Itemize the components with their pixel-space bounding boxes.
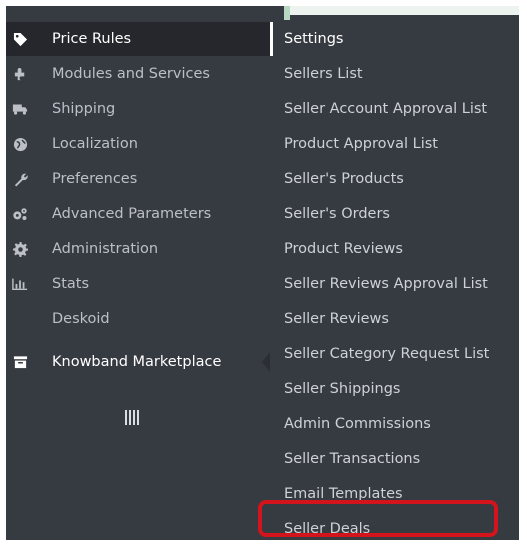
menu-item-label: Preferences xyxy=(52,171,138,187)
menu-item-label: Shipping xyxy=(52,101,116,117)
menu-item-label: Modules and Services xyxy=(52,66,210,82)
submenu-item-sellers-list[interactable]: Sellers List xyxy=(284,57,363,91)
content-accent-edge xyxy=(284,6,290,20)
submenu-item-product-approval-list[interactable]: Product Approval List xyxy=(284,127,438,161)
submenu-item-seller-shippings[interactable]: Seller Shippings xyxy=(284,372,400,406)
menu-item-label: Localization xyxy=(52,136,138,152)
content-area-edge xyxy=(284,6,519,15)
submenu-item-seller-reviews-approval-list[interactable]: Seller Reviews Approval List xyxy=(284,267,488,301)
submenu-item-sellers-products[interactable]: Seller's Products xyxy=(284,162,404,196)
truck-icon xyxy=(12,101,28,117)
submenu-item-seller-account-approval-list[interactable]: Seller Account Approval List xyxy=(284,92,487,126)
menu-item-label: Administration xyxy=(52,241,159,257)
seller-deals-highlight xyxy=(258,500,498,537)
submenu-item-product-reviews[interactable]: Product Reviews xyxy=(284,232,403,266)
active-indicator xyxy=(270,22,273,56)
menu-item-label: Knowband Marketplace xyxy=(52,354,222,370)
menu-item-stats[interactable]: Stats xyxy=(6,267,274,301)
globe-icon xyxy=(12,136,28,152)
submenu-item-settings[interactable]: Settings xyxy=(284,22,343,56)
collapse-menu-icon[interactable] xyxy=(125,410,139,425)
submenu-item-seller-category-request-list[interactable]: Seller Category Request List xyxy=(284,337,489,371)
submenu-item-seller-transactions[interactable]: Seller Transactions xyxy=(284,442,420,476)
submenu-item-admin-commissions[interactable]: Admin Commissions xyxy=(284,407,431,441)
gear-icon xyxy=(12,241,28,257)
menu-item-knowband-marketplace[interactable]: Knowband Marketplace xyxy=(6,345,274,379)
tag-icon xyxy=(12,31,28,47)
knowband-submenu: Settings Sellers List Seller Account App… xyxy=(270,21,519,540)
menu-item-label: Stats xyxy=(52,276,90,292)
menu-item-preferences[interactable]: Preferences xyxy=(6,162,274,196)
menu-item-deskoid[interactable]: Deskoid xyxy=(6,302,274,336)
menu-item-price-rules[interactable]: Price Rules xyxy=(6,22,274,56)
menu-item-advanced-parameters[interactable]: Advanced Parameters xyxy=(6,197,274,231)
submenu-item-sellers-orders[interactable]: Seller's Orders xyxy=(284,197,390,231)
menu-item-label: Advanced Parameters xyxy=(52,206,212,222)
wrench-icon xyxy=(12,171,28,187)
menu-item-label: Price Rules xyxy=(52,31,132,47)
cogs-icon xyxy=(12,206,28,222)
top-edge xyxy=(6,6,519,22)
menu-item-label: Deskoid xyxy=(52,311,110,327)
puzzle-icon xyxy=(12,66,28,82)
menu-item-administration[interactable]: Administration xyxy=(6,232,274,266)
bar-chart-icon xyxy=(12,276,28,292)
admin-sidebar: Price Rules Modules and Services Shippin… xyxy=(6,6,519,540)
menu-item-modules-and-services[interactable]: Modules and Services xyxy=(6,57,274,91)
submenu-item-seller-reviews[interactable]: Seller Reviews xyxy=(284,302,389,336)
menu-item-shipping[interactable]: Shipping xyxy=(6,92,274,126)
store-icon xyxy=(12,354,28,370)
menu-item-localization[interactable]: Localization xyxy=(6,127,274,161)
